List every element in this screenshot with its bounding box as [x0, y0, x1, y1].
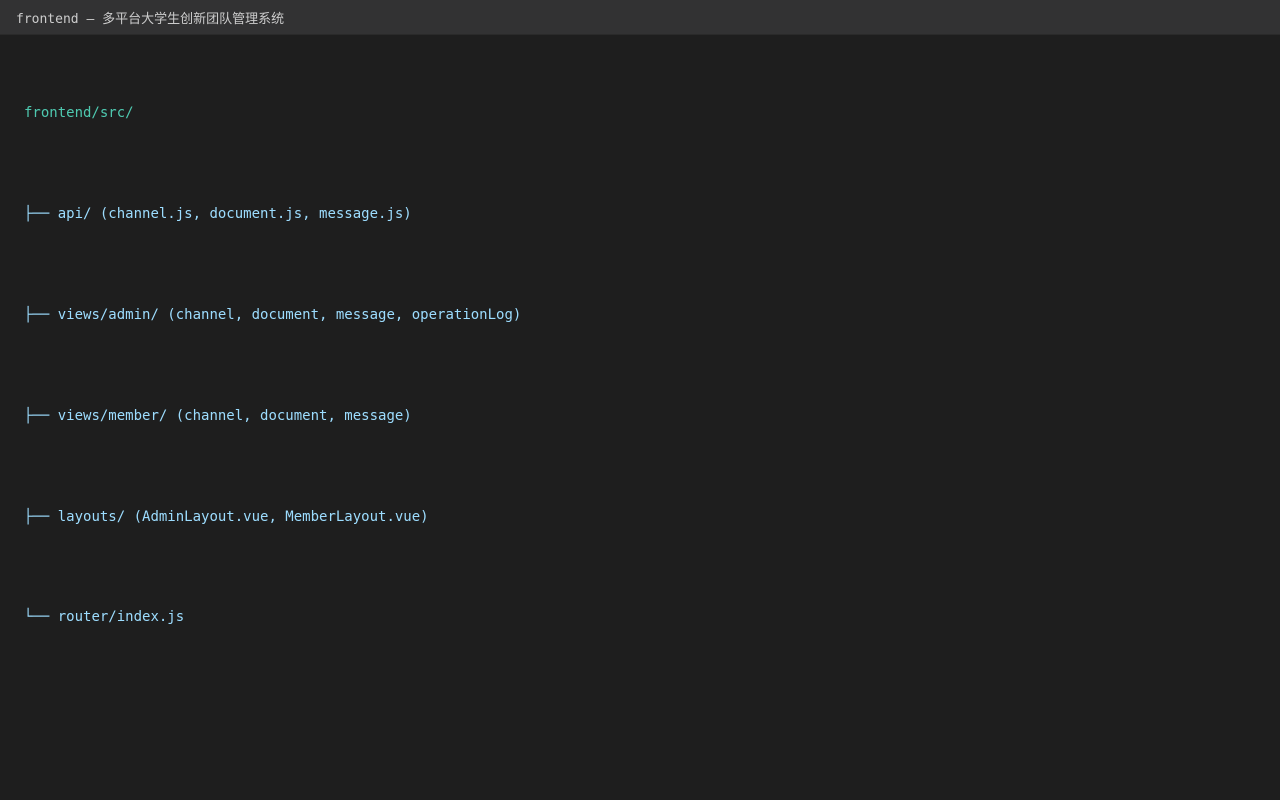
tree-item-label: api/ (channel.js, document.js, message.j… [57, 206, 412, 223]
window-title: frontend — 多平台大学生创新团队管理系统 [16, 11, 285, 27]
tree-item-layouts: ├── layouts/ (AdminLayout.vue, MemberLay… [24, 505, 521, 530]
branch-connector: ├── [24, 307, 50, 323]
branch-connector: ├── [24, 407, 50, 424]
tree-item-label: views/admin/ (channel, document, message… [57, 307, 522, 323]
tree-item-router: └── router/index.js [24, 605, 521, 630]
tree-item-views-member: ├── views/member/ (channel, document, me… [24, 404, 521, 429]
directory-tree: frontend/src/ ├── api/ (channel.js, docu… [24, 51, 521, 681]
tree-item-label: router/index.js [57, 609, 185, 626]
tree-item-label: views/member/ (channel, document, messag… [57, 407, 412, 424]
tree-item-label: layouts/ (AdminLayout.vue, MemberLayout.… [57, 508, 429, 525]
branch-connector: ├── [24, 508, 50, 525]
branch-connector: ├── [24, 206, 50, 223]
terminal-window: frontend — 多平台大学生创新团队管理系统 frontend/src/ … [0, 0, 1280, 800]
branch-connector: └── [24, 609, 50, 626]
tree-root: frontend/src/ [24, 105, 134, 122]
tree-item-api: ├── api/ (channel.js, document.js, messa… [24, 202, 521, 227]
window-titlebar: frontend — 多平台大学生创新团队管理系统 [0, 0, 1280, 35]
tree-item-views-admin: ├── views/admin/ (channel, document, mes… [24, 303, 521, 328]
